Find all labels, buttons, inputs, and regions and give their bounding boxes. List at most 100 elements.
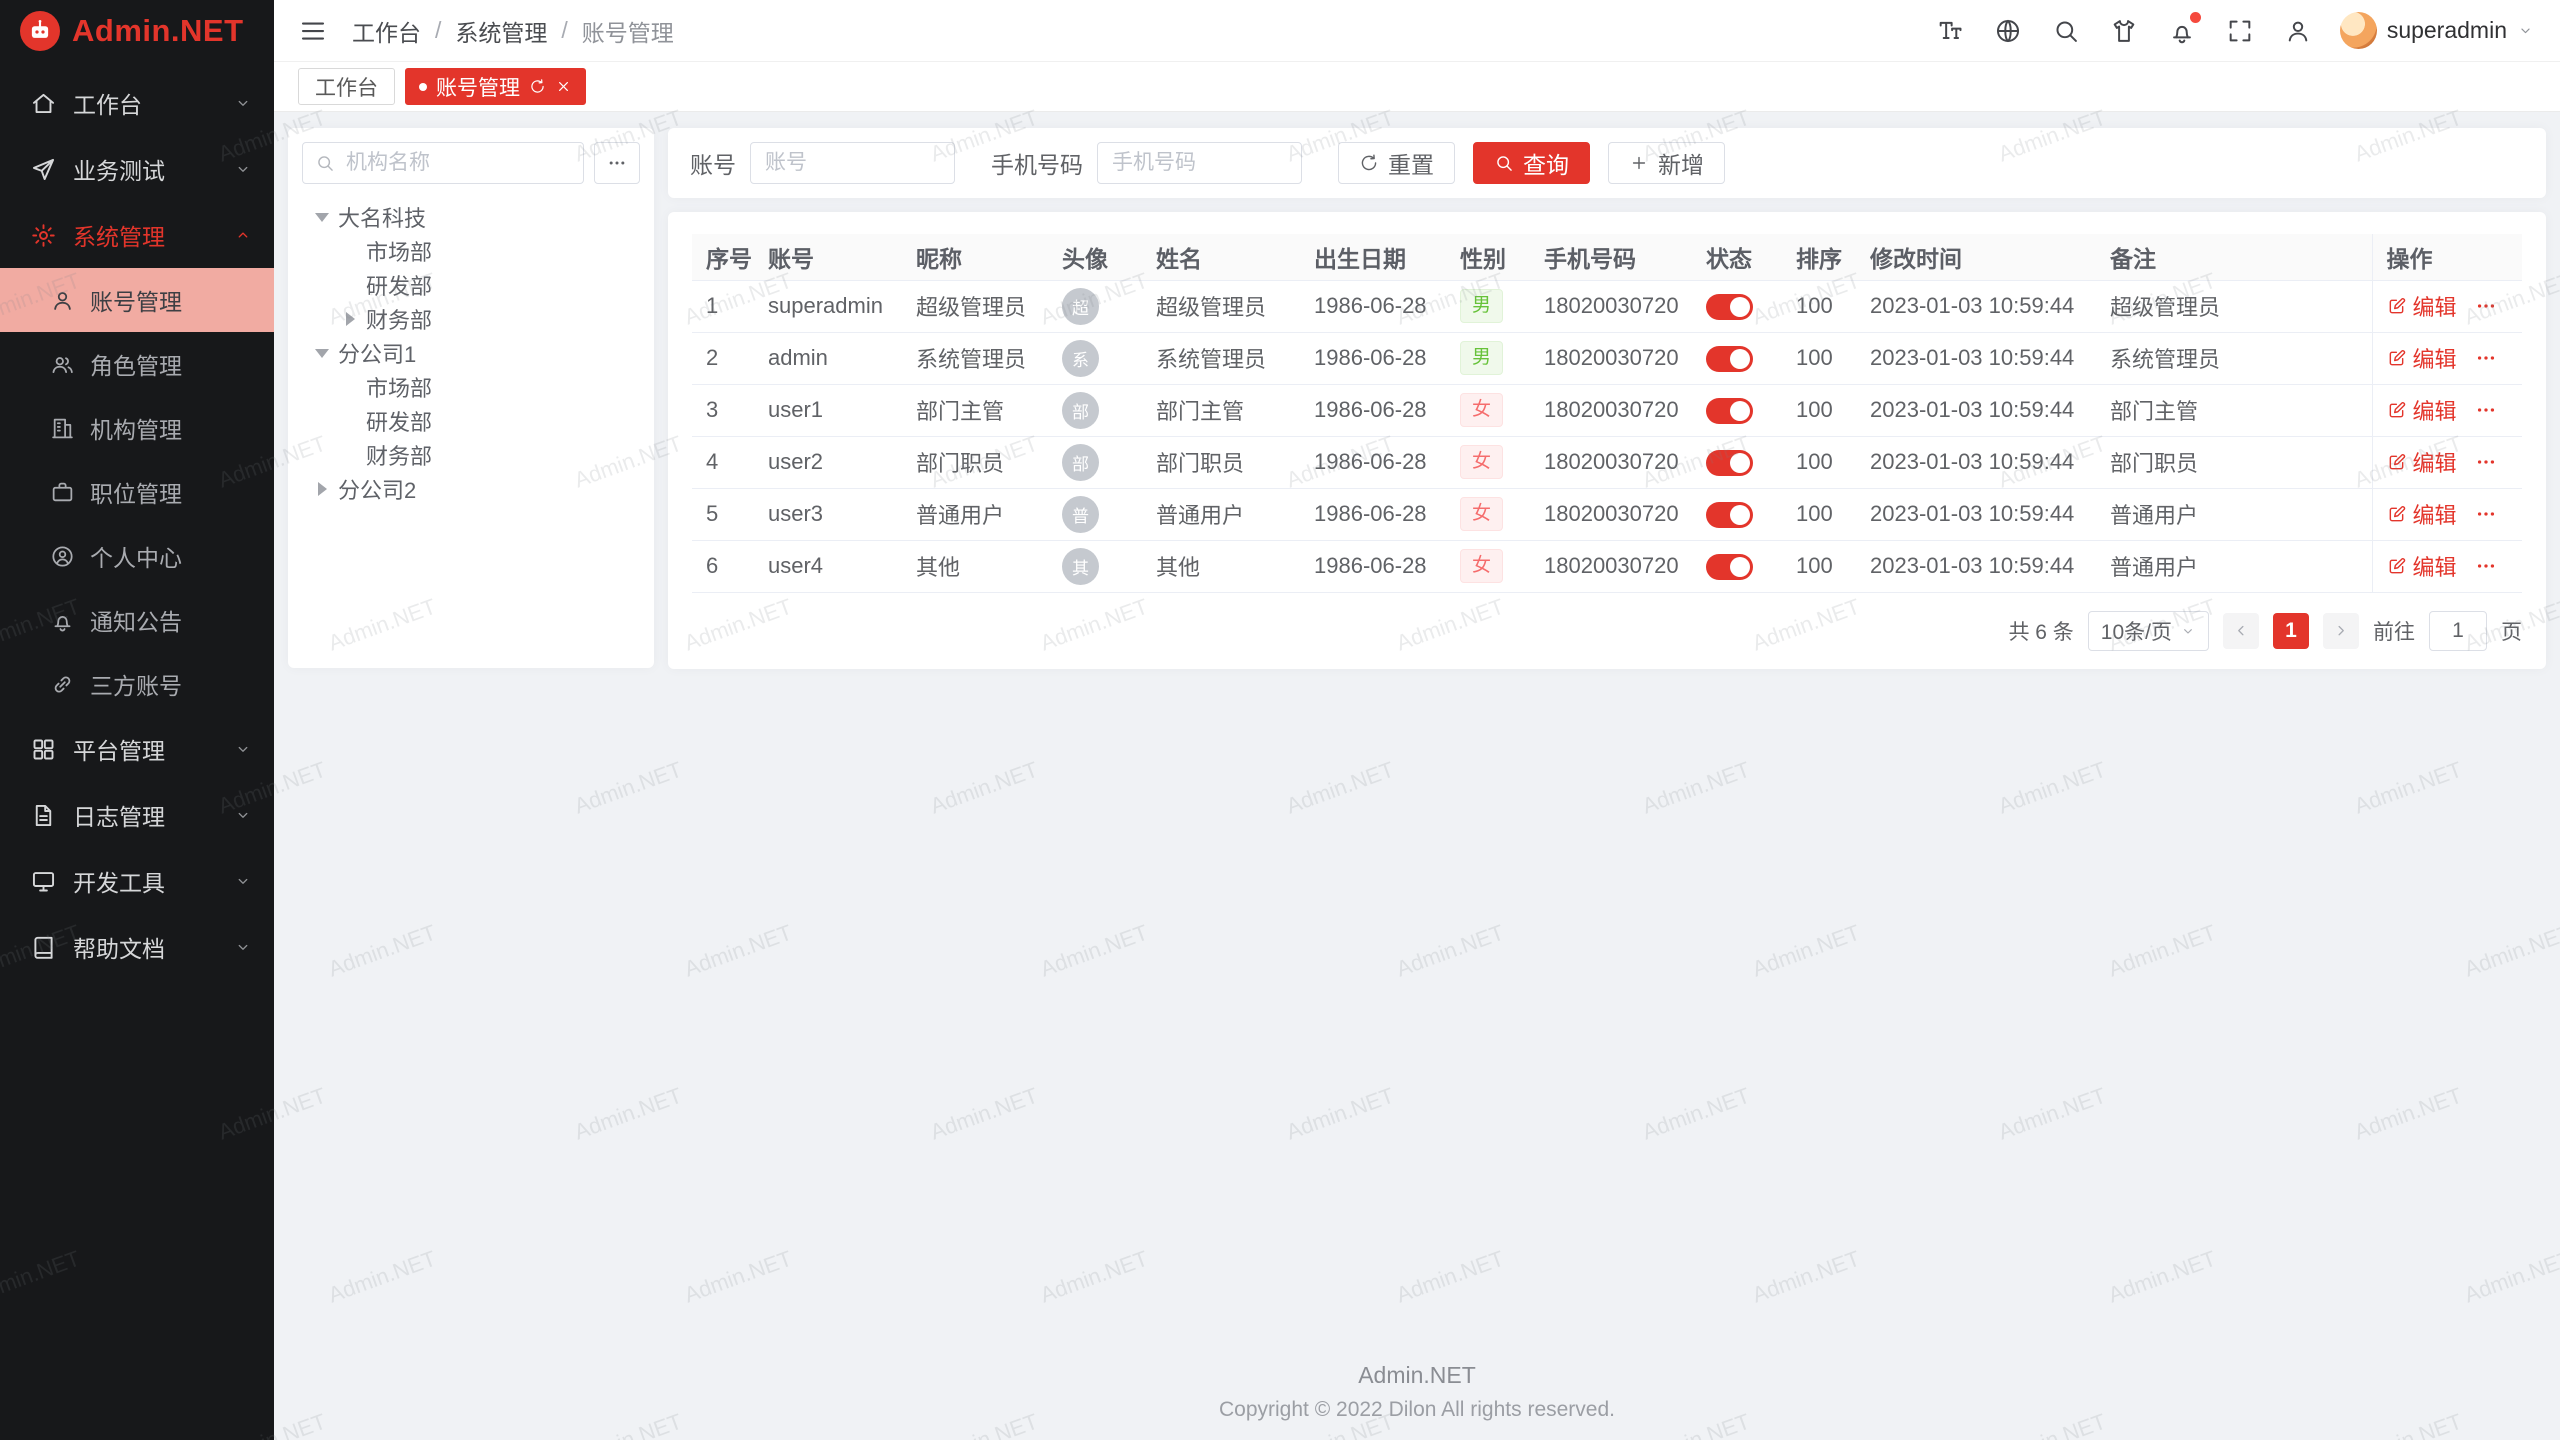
- tree-node[interactable]: 财务部: [302, 302, 640, 336]
- cell-status: [1692, 332, 1782, 384]
- status-toggle[interactable]: [1706, 554, 1753, 580]
- breadcrumb-item-system[interactable]: 系统管理: [455, 14, 547, 48]
- table-row[interactable]: 6user4其他其其他1986-06-28女180200307201002023…: [692, 540, 2522, 592]
- sidebar-item-third-party-account[interactable]: 三方账号: [0, 652, 274, 716]
- search-button[interactable]: [2052, 17, 2080, 45]
- font-size-button[interactable]: [1936, 17, 1964, 45]
- sidebar-item-notice-announcement[interactable]: 通知公告: [0, 588, 274, 652]
- table-row[interactable]: 2admin系统管理员系系统管理员1986-06-28男180200307201…: [692, 332, 2522, 384]
- status-toggle[interactable]: [1706, 398, 1753, 424]
- edit-button[interactable]: 编辑: [2387, 550, 2457, 582]
- table-row[interactable]: 3user1部门主管部部门主管1986-06-28女18020030720100…: [692, 384, 2522, 436]
- refresh-icon[interactable]: [529, 78, 546, 95]
- sidebar-item-business-test[interactable]: 业务测试: [0, 136, 274, 202]
- page-size-select[interactable]: 10条/页: [2088, 611, 2209, 651]
- avatar: 部: [1062, 392, 1099, 429]
- sidebar-item-position-management[interactable]: 职位管理: [0, 460, 274, 524]
- search-icon: [1494, 153, 1514, 173]
- row-more-button[interactable]: [2475, 503, 2497, 525]
- account-field: 账号: [690, 142, 955, 184]
- app-root: Admin.NET 工作台业务测试系统管理账号管理角色管理机构管理职位管理个人中…: [0, 0, 2560, 1440]
- reset-label: 重置: [1388, 146, 1434, 180]
- account-input[interactable]: [750, 142, 955, 184]
- page-number-1[interactable]: 1: [2273, 613, 2309, 649]
- sidebar-item-help-docs[interactable]: 帮助文档: [0, 914, 274, 980]
- tree-node[interactable]: 分公司2: [302, 472, 640, 506]
- sidebar-item-log-management[interactable]: 日志管理: [0, 782, 274, 848]
- sidebar-item-system-management[interactable]: 系统管理: [0, 202, 274, 268]
- edit-button[interactable]: 编辑: [2387, 290, 2457, 322]
- cell-nickname: 其他: [902, 540, 1048, 592]
- cell-modified: 2023-01-03 10:59:44: [1856, 332, 2096, 384]
- tree-node[interactable]: 研发部: [302, 404, 640, 438]
- row-more-button[interactable]: [2475, 451, 2497, 473]
- theme-button[interactable]: [2110, 17, 2138, 45]
- row-more-button[interactable]: [2475, 295, 2497, 317]
- column-header: 昵称: [902, 234, 1048, 280]
- theme-icon: [2110, 17, 2138, 45]
- fullscreen-button[interactable]: [2226, 17, 2254, 45]
- phone-label: 手机号码: [991, 146, 1083, 180]
- edit-button[interactable]: 编辑: [2387, 342, 2457, 374]
- users-icon: [50, 352, 75, 377]
- cell-account: user4: [754, 540, 902, 592]
- jump-page-input[interactable]: [2429, 611, 2487, 651]
- logo[interactable]: Admin.NET: [0, 0, 274, 62]
- edit-button[interactable]: 编辑: [2387, 498, 2457, 530]
- sidebar-item-org-management[interactable]: 机构管理: [0, 396, 274, 460]
- chevron-down-icon: [2517, 22, 2534, 39]
- footer-title: Admin.NET: [274, 1362, 2560, 1389]
- table-row[interactable]: 5user3普通用户普普通用户1986-06-28女18020030720100…: [692, 488, 2522, 540]
- tree-more-button[interactable]: [594, 142, 640, 184]
- language-button[interactable]: [1994, 17, 2022, 45]
- status-toggle[interactable]: [1706, 502, 1753, 528]
- caret-placeholder: [338, 273, 362, 297]
- tab-account-management[interactable]: 账号管理: [405, 68, 586, 105]
- row-more-button[interactable]: [2475, 555, 2497, 577]
- tree-node[interactable]: 分公司1: [302, 336, 640, 370]
- prev-page-button[interactable]: [2223, 613, 2259, 649]
- reset-button[interactable]: 重置: [1338, 142, 1455, 184]
- pagination: 共 6 条 10条/页 1 前往 页: [692, 611, 2522, 651]
- close-icon[interactable]: [555, 78, 572, 95]
- tree-node[interactable]: 财务部: [302, 438, 640, 472]
- chevron-up-icon: [234, 226, 252, 244]
- phone-input[interactable]: [1097, 142, 1302, 184]
- chevron-left-icon: [2232, 622, 2250, 640]
- cell-account: superadmin: [754, 280, 902, 332]
- tree-node[interactable]: 市场部: [302, 234, 640, 268]
- sidebar-item-workbench[interactable]: 工作台: [0, 70, 274, 136]
- tree-node[interactable]: 市场部: [302, 370, 640, 404]
- column-header: 手机号码: [1530, 234, 1692, 280]
- status-toggle[interactable]: [1706, 450, 1753, 476]
- tab-workbench[interactable]: 工作台: [298, 68, 395, 105]
- tree-node-label: 研发部: [366, 405, 432, 437]
- breadcrumb-item-workbench[interactable]: 工作台: [352, 14, 421, 48]
- table-row[interactable]: 4user2部门职员部部门职员1986-06-28女18020030720100…: [692, 436, 2522, 488]
- tree-node[interactable]: 研发部: [302, 268, 640, 302]
- row-more-button[interactable]: [2475, 347, 2497, 369]
- table-row[interactable]: 1superadmin超级管理员超超级管理员1986-06-28男1802003…: [692, 280, 2522, 332]
- org-search-input[interactable]: [344, 150, 571, 176]
- cell-remark: 部门职员: [2096, 436, 2372, 488]
- status-toggle[interactable]: [1706, 294, 1753, 320]
- sidebar-item-account-management[interactable]: 账号管理: [0, 268, 274, 332]
- sidebar-item-role-management[interactable]: 角色管理: [0, 332, 274, 396]
- row-more-button[interactable]: [2475, 399, 2497, 421]
- sidebar-item-personal-center[interactable]: 个人中心: [0, 524, 274, 588]
- menu-toggle-button[interactable]: [298, 16, 328, 46]
- add-button[interactable]: 新增: [1608, 142, 1725, 184]
- breadcrumb-item-account: 账号管理: [582, 14, 674, 48]
- notification-button[interactable]: [2168, 17, 2196, 45]
- sidebar-item-dev-tools[interactable]: 开发工具: [0, 848, 274, 914]
- next-page-button[interactable]: [2323, 613, 2359, 649]
- profile-button[interactable]: [2284, 17, 2312, 45]
- tree-node[interactable]: 大名科技: [302, 200, 640, 234]
- edit-button[interactable]: 编辑: [2387, 394, 2457, 426]
- search-button[interactable]: 查询: [1473, 142, 1590, 184]
- edit-button[interactable]: 编辑: [2387, 446, 2457, 478]
- user-menu[interactable]: superadmin: [2340, 12, 2534, 49]
- sidebar-item-platform-management[interactable]: 平台管理: [0, 716, 274, 782]
- cell-phone: 18020030720: [1530, 332, 1692, 384]
- status-toggle[interactable]: [1706, 346, 1753, 372]
